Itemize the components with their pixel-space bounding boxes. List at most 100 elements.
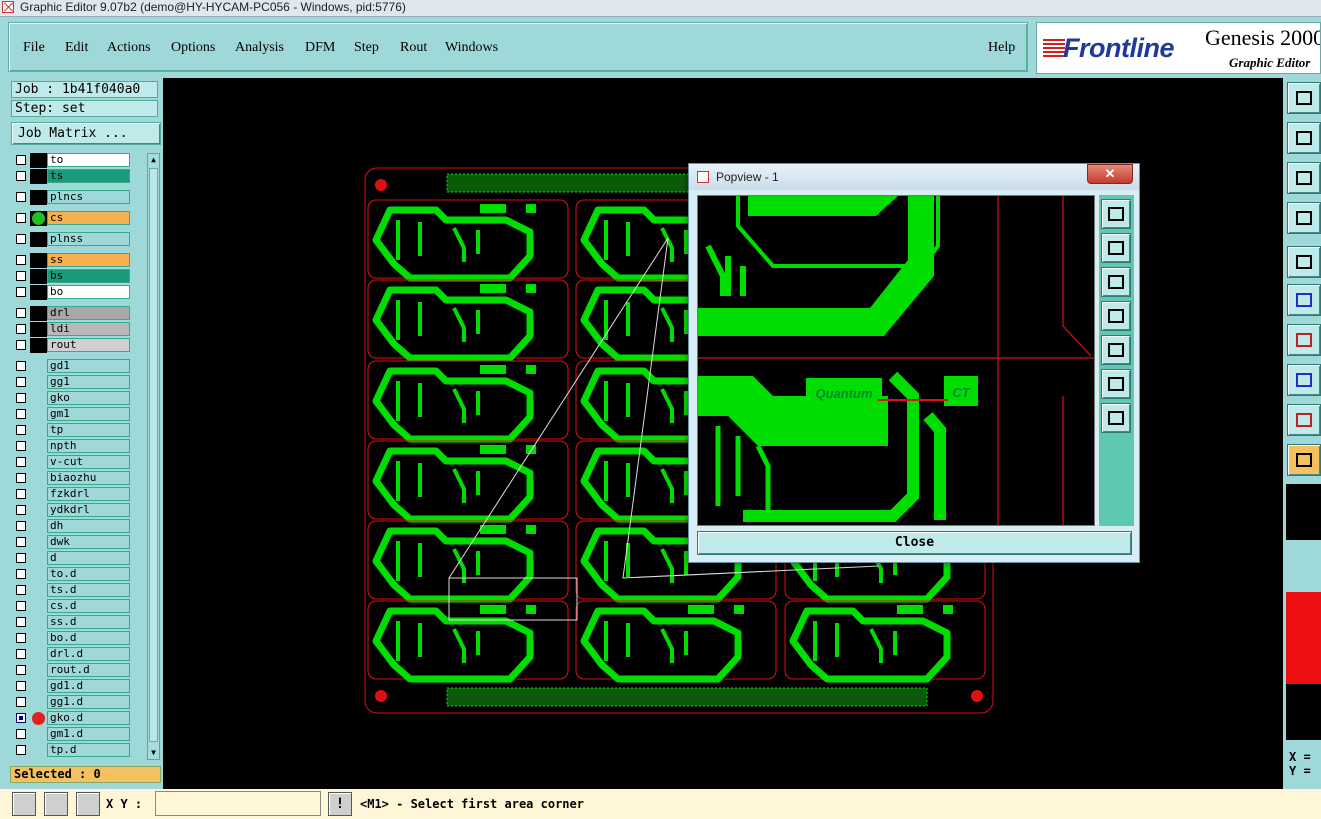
layer-name[interactable]: plncs <box>47 190 130 204</box>
menu-edit[interactable]: Edit <box>65 40 88 56</box>
layer-row[interactable]: ydkdrl <box>11 503 145 518</box>
layer-name[interactable]: gg1.d <box>47 695 130 709</box>
xy-input[interactable] <box>155 791 321 816</box>
zoom-fit-button[interactable] <box>1287 162 1321 194</box>
layer-checkbox[interactable] <box>16 271 26 281</box>
menu-actions[interactable]: Actions <box>107 40 151 56</box>
layer-checkbox[interactable] <box>16 505 26 515</box>
layer-row[interactable]: to.d <box>11 567 145 582</box>
net-button[interactable] <box>1287 284 1321 316</box>
layer-checkbox[interactable] <box>16 287 26 297</box>
snap-mode-button[interactable] <box>12 792 36 816</box>
scroll-down-icon[interactable]: ▼ <box>148 747 159 759</box>
layer-checkbox[interactable] <box>16 729 26 739</box>
menu-windows[interactable]: Windows <box>445 40 498 56</box>
menu-dfm[interactable]: DFM <box>305 40 335 56</box>
layer-checkbox[interactable] <box>16 308 26 318</box>
layer-name[interactable]: tp <box>47 423 130 437</box>
layer-checkbox[interactable] <box>16 377 26 387</box>
layer-name[interactable]: biaozhu <box>47 471 130 485</box>
layer-name[interactable]: gd1.d <box>47 679 130 693</box>
layer-name[interactable]: npth <box>47 439 130 453</box>
layer-row[interactable]: gd1 <box>11 359 145 374</box>
layer-name[interactable]: drl <box>47 306 130 320</box>
layer-row[interactable]: biaozhu <box>11 471 145 486</box>
layer-row[interactable]: rout.d <box>11 663 145 678</box>
menu-analysis[interactable]: Analysis <box>235 40 284 56</box>
alert-icon[interactable]: ! <box>328 792 352 816</box>
layer-checkbox[interactable] <box>16 457 26 467</box>
layer-name[interactable]: gko <box>47 391 130 405</box>
layer-row[interactable]: ss.d <box>11 615 145 630</box>
layer-name[interactable]: rout.d <box>47 663 130 677</box>
layer-name[interactable]: tp.d <box>47 743 130 757</box>
layer-checkbox[interactable] <box>16 213 26 223</box>
layer-checkbox[interactable] <box>16 569 26 579</box>
layer-checkbox[interactable] <box>16 192 26 202</box>
layer-row[interactable]: gm1.d <box>11 727 145 742</box>
menu-options[interactable]: Options <box>171 40 215 56</box>
layer-checkbox[interactable] <box>16 489 26 499</box>
layer-name[interactable]: plnss <box>47 232 130 246</box>
layer-row[interactable]: gm1 <box>11 407 145 422</box>
layer-name[interactable]: bo.d <box>47 631 130 645</box>
pv-pan-down-button[interactable] <box>1101 267 1131 297</box>
layer-row[interactable]: to <box>11 153 145 168</box>
pv-fit-button[interactable] <box>1101 403 1131 433</box>
layer-name[interactable]: d <box>47 551 130 565</box>
layer-row[interactable]: cs <box>11 211 145 226</box>
layer-name[interactable]: v-cut <box>47 455 130 469</box>
layer-checkbox[interactable] <box>16 324 26 334</box>
layer-name[interactable]: gm1.d <box>47 727 130 741</box>
scroll-up-icon[interactable]: ▲ <box>148 154 159 166</box>
measure-button[interactable] <box>1287 202 1321 234</box>
layer-row[interactable]: gko <box>11 391 145 406</box>
menu-file[interactable]: File <box>23 40 45 56</box>
layer-name[interactable]: ldi <box>47 322 130 336</box>
layer-row[interactable]: ts <box>11 169 145 184</box>
layer-name[interactable]: to <box>47 153 130 167</box>
layer-row[interactable]: ldi <box>11 322 145 337</box>
job-matrix-button[interactable]: Job Matrix ... <box>11 122 161 145</box>
layer-name[interactable]: cs <box>47 211 130 225</box>
pv-zoom-out-button[interactable] <box>1101 369 1131 399</box>
zoom-back-button[interactable] <box>1287 122 1321 154</box>
layer-row[interactable]: cs.d <box>11 599 145 614</box>
layer-name[interactable]: ydkdrl <box>47 503 130 517</box>
layer-checkbox[interactable] <box>16 361 26 371</box>
popview-close-button[interactable]: Close <box>697 531 1132 555</box>
layer-checkbox[interactable] <box>16 681 26 691</box>
layer-checkbox[interactable] <box>16 697 26 707</box>
layer-name[interactable]: cs.d <box>47 599 130 613</box>
layer-row[interactable]: ss <box>11 253 145 268</box>
layer-row[interactable]: plnss <box>11 232 145 247</box>
layer-name[interactable]: ts.d <box>47 583 130 597</box>
layer-checkbox[interactable] <box>16 340 26 350</box>
layer-checkbox[interactable] <box>16 713 26 723</box>
layer-row[interactable]: drl <box>11 306 145 321</box>
layer-name[interactable]: ss <box>47 253 130 267</box>
layer-row[interactable]: gko.d <box>11 711 145 726</box>
layer-checkbox[interactable] <box>16 745 26 755</box>
layer-checkbox[interactable] <box>16 553 26 563</box>
menu-help[interactable]: Help <box>988 40 1015 56</box>
layer-row[interactable]: dh <box>11 519 145 534</box>
layer-checkbox[interactable] <box>16 255 26 265</box>
layer-checkbox[interactable] <box>16 393 26 403</box>
layer-name[interactable]: gm1 <box>47 407 130 421</box>
zoom-home-button[interactable] <box>1287 82 1321 114</box>
layer-checkbox[interactable] <box>16 473 26 483</box>
grid-mode-button[interactable] <box>76 792 100 816</box>
layer-name[interactable]: bs <box>47 269 130 283</box>
layer-name[interactable]: fzkdrl <box>47 487 130 501</box>
select-tool-button[interactable] <box>1287 444 1321 476</box>
layer-checkbox[interactable] <box>16 171 26 181</box>
layer-name[interactable]: drl.d <box>47 647 130 661</box>
angle-mode-button[interactable] <box>44 792 68 816</box>
popview-titlebar[interactable]: Popview - 1 <box>689 164 1139 190</box>
layer-row[interactable]: drl.d <box>11 647 145 662</box>
layer-name[interactable]: bo <box>47 285 130 299</box>
layer-name[interactable]: gd1 <box>47 359 130 373</box>
scroll-thumb[interactable] <box>149 168 158 742</box>
menu-step[interactable]: Step <box>354 40 379 56</box>
